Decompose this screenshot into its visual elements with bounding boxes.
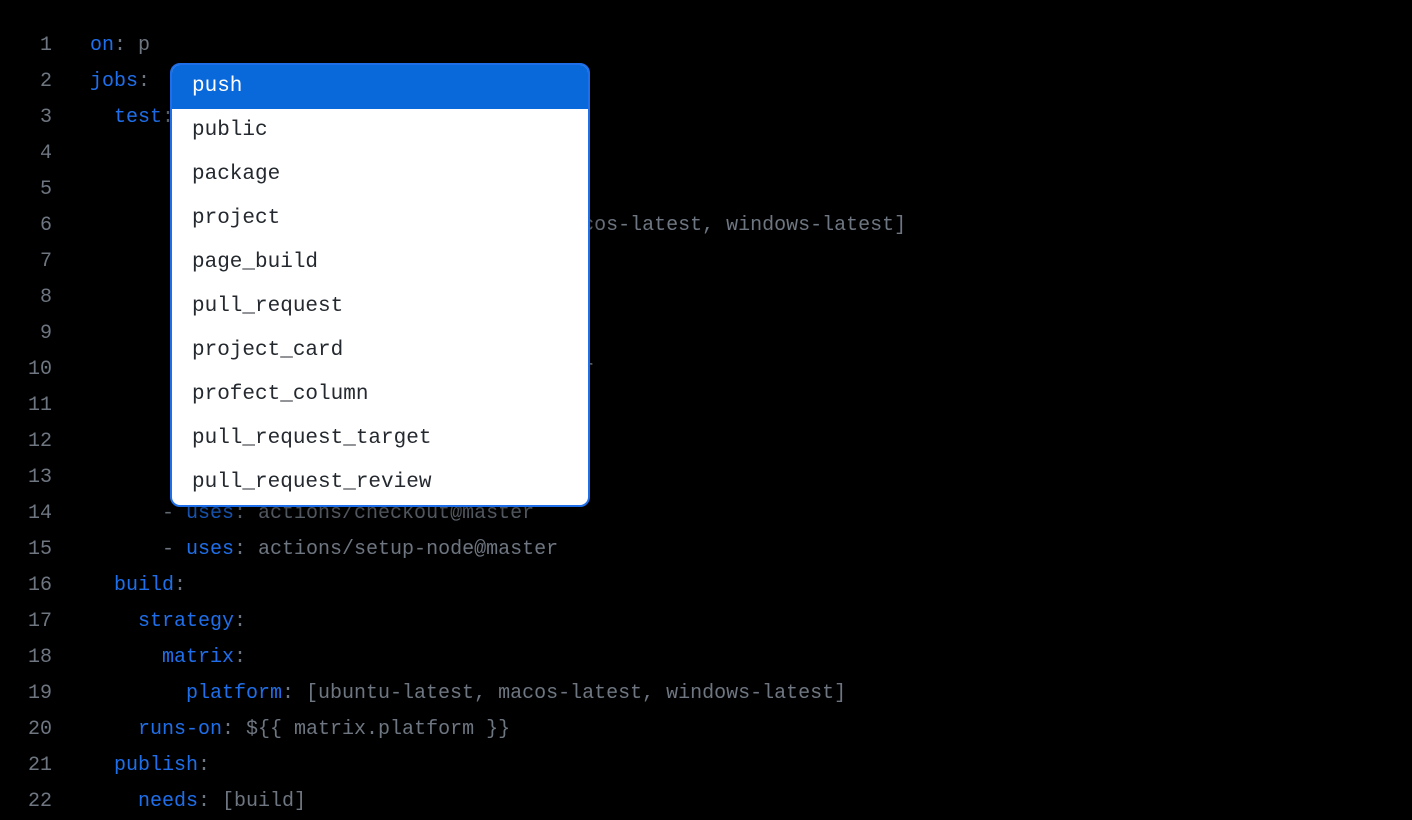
yaml-value: : bbox=[234, 646, 246, 669]
yaml-value bbox=[90, 394, 114, 417]
line-number: 10 bbox=[0, 352, 90, 388]
code-content[interactable] bbox=[90, 388, 114, 424]
autocomplete-item-public[interactable]: public bbox=[172, 109, 588, 153]
yaml-value bbox=[90, 430, 138, 453]
autocomplete-item-package[interactable]: package bbox=[172, 153, 588, 197]
line-number: 16 bbox=[0, 568, 90, 604]
autocomplete-item-page_build[interactable]: page_build bbox=[172, 241, 588, 285]
code-content[interactable]: build: bbox=[90, 568, 186, 604]
code-content[interactable]: strategy: bbox=[90, 604, 246, 640]
line-number: 4 bbox=[0, 136, 90, 172]
code-content[interactable]: matrix: bbox=[90, 640, 246, 676]
code-line[interactable]: 1on: p bbox=[0, 28, 1412, 64]
yaml-value bbox=[90, 286, 138, 309]
code-line[interactable]: 18 matrix: bbox=[0, 640, 1412, 676]
line-number: 17 bbox=[0, 604, 90, 640]
line-number: 12 bbox=[0, 424, 90, 460]
code-content[interactable]: platform: [ubuntu-latest, macos-latest, … bbox=[90, 676, 846, 712]
yaml-key: test bbox=[114, 106, 162, 129]
code-content[interactable] bbox=[90, 424, 138, 460]
line-number: 18 bbox=[0, 640, 90, 676]
line-number: 19 bbox=[0, 676, 90, 712]
code-line[interactable]: 19 platform: [ubuntu-latest, macos-lates… bbox=[0, 676, 1412, 712]
code-line[interactable]: 21 publish: bbox=[0, 748, 1412, 784]
yaml-key: matrix bbox=[162, 646, 234, 669]
line-number: 7 bbox=[0, 244, 90, 280]
yaml-key: strategy bbox=[138, 610, 234, 633]
yaml-key: runs-on bbox=[138, 718, 222, 741]
yaml-value: : bbox=[174, 574, 186, 597]
code-content[interactable] bbox=[90, 172, 162, 208]
yaml-key: build bbox=[114, 574, 174, 597]
autocomplete-item-pull_request_target[interactable]: pull_request_target bbox=[172, 417, 588, 461]
yaml-key: publish bbox=[114, 754, 198, 777]
code-content[interactable]: jobs: bbox=[90, 64, 150, 100]
autocomplete-item-pull_request[interactable]: pull_request bbox=[172, 285, 588, 329]
yaml-key: needs bbox=[138, 790, 198, 813]
yaml-value: - bbox=[90, 502, 186, 525]
yaml-value bbox=[90, 106, 114, 129]
line-number: 2 bbox=[0, 64, 90, 100]
code-content[interactable]: runs-on: ${{ matrix.platform }} bbox=[90, 712, 510, 748]
yaml-key: platform bbox=[186, 682, 282, 705]
yaml-value: : ${{ matrix.platform }} bbox=[222, 718, 510, 741]
yaml-value bbox=[90, 718, 138, 741]
code-content[interactable]: publish: bbox=[90, 748, 210, 784]
line-number: 20 bbox=[0, 712, 90, 748]
line-number: 5 bbox=[0, 172, 90, 208]
code-content[interactable]: test: bbox=[90, 100, 174, 136]
autocomplete-item-push[interactable]: push bbox=[172, 65, 588, 109]
autocomplete-item-pull_request_review[interactable]: pull_request_review bbox=[172, 461, 588, 505]
line-number: 11 bbox=[0, 388, 90, 424]
code-content[interactable] bbox=[90, 136, 138, 172]
yaml-value bbox=[90, 574, 114, 597]
autocomplete-item-project_card[interactable]: project_card bbox=[172, 329, 588, 373]
yaml-value bbox=[90, 754, 114, 777]
code-line[interactable]: 20 runs-on: ${{ matrix.platform }} bbox=[0, 712, 1412, 748]
yaml-value bbox=[90, 790, 138, 813]
code-line[interactable]: 15 - uses: actions/setup-node@master bbox=[0, 532, 1412, 568]
autocomplete-item-project[interactable]: project bbox=[172, 197, 588, 241]
yaml-value: : bbox=[138, 70, 150, 93]
code-content[interactable]: - uses: actions/setup-node@master bbox=[90, 532, 558, 568]
line-number: 21 bbox=[0, 748, 90, 784]
line-number: 6 bbox=[0, 208, 90, 244]
autocomplete-item-profect_column[interactable]: profect_column bbox=[172, 373, 588, 417]
code-content[interactable] bbox=[90, 460, 162, 496]
yaml-value bbox=[90, 466, 162, 489]
yaml-key: jobs bbox=[90, 70, 138, 93]
code-content[interactable] bbox=[90, 280, 138, 316]
yaml-value bbox=[90, 646, 162, 669]
yaml-value: : actions/setup-node@master bbox=[234, 538, 558, 561]
line-number: 9 bbox=[0, 316, 90, 352]
yaml-value: : [ubuntu-latest, macos-latest, windows-… bbox=[282, 682, 846, 705]
line-number: 13 bbox=[0, 460, 90, 496]
line-number: 1 bbox=[0, 28, 90, 64]
line-number: 15 bbox=[0, 532, 90, 568]
yaml-key: on bbox=[90, 34, 114, 57]
yaml-key: uses bbox=[186, 538, 234, 561]
yaml-value: : bbox=[234, 610, 246, 633]
yaml-value: - bbox=[90, 538, 186, 561]
yaml-value bbox=[90, 610, 138, 633]
yaml-value bbox=[90, 682, 186, 705]
code-content[interactable]: needs: [build] bbox=[90, 784, 306, 820]
line-number: 22 bbox=[0, 784, 90, 820]
line-number: 3 bbox=[0, 100, 90, 136]
autocomplete-popup[interactable]: pushpublicpackageprojectpage_buildpull_r… bbox=[170, 63, 590, 507]
yaml-value: : bbox=[198, 754, 210, 777]
yaml-value: : [build] bbox=[198, 790, 306, 813]
line-number: 14 bbox=[0, 496, 90, 532]
yaml-value: : p bbox=[114, 34, 150, 57]
yaml-value bbox=[90, 178, 162, 201]
code-line[interactable]: 17 strategy: bbox=[0, 604, 1412, 640]
code-content[interactable]: on: p bbox=[90, 28, 150, 64]
code-line[interactable]: 22 needs: [build] bbox=[0, 784, 1412, 820]
yaml-value bbox=[90, 142, 138, 165]
code-line[interactable]: 16 build: bbox=[0, 568, 1412, 604]
line-number: 8 bbox=[0, 280, 90, 316]
